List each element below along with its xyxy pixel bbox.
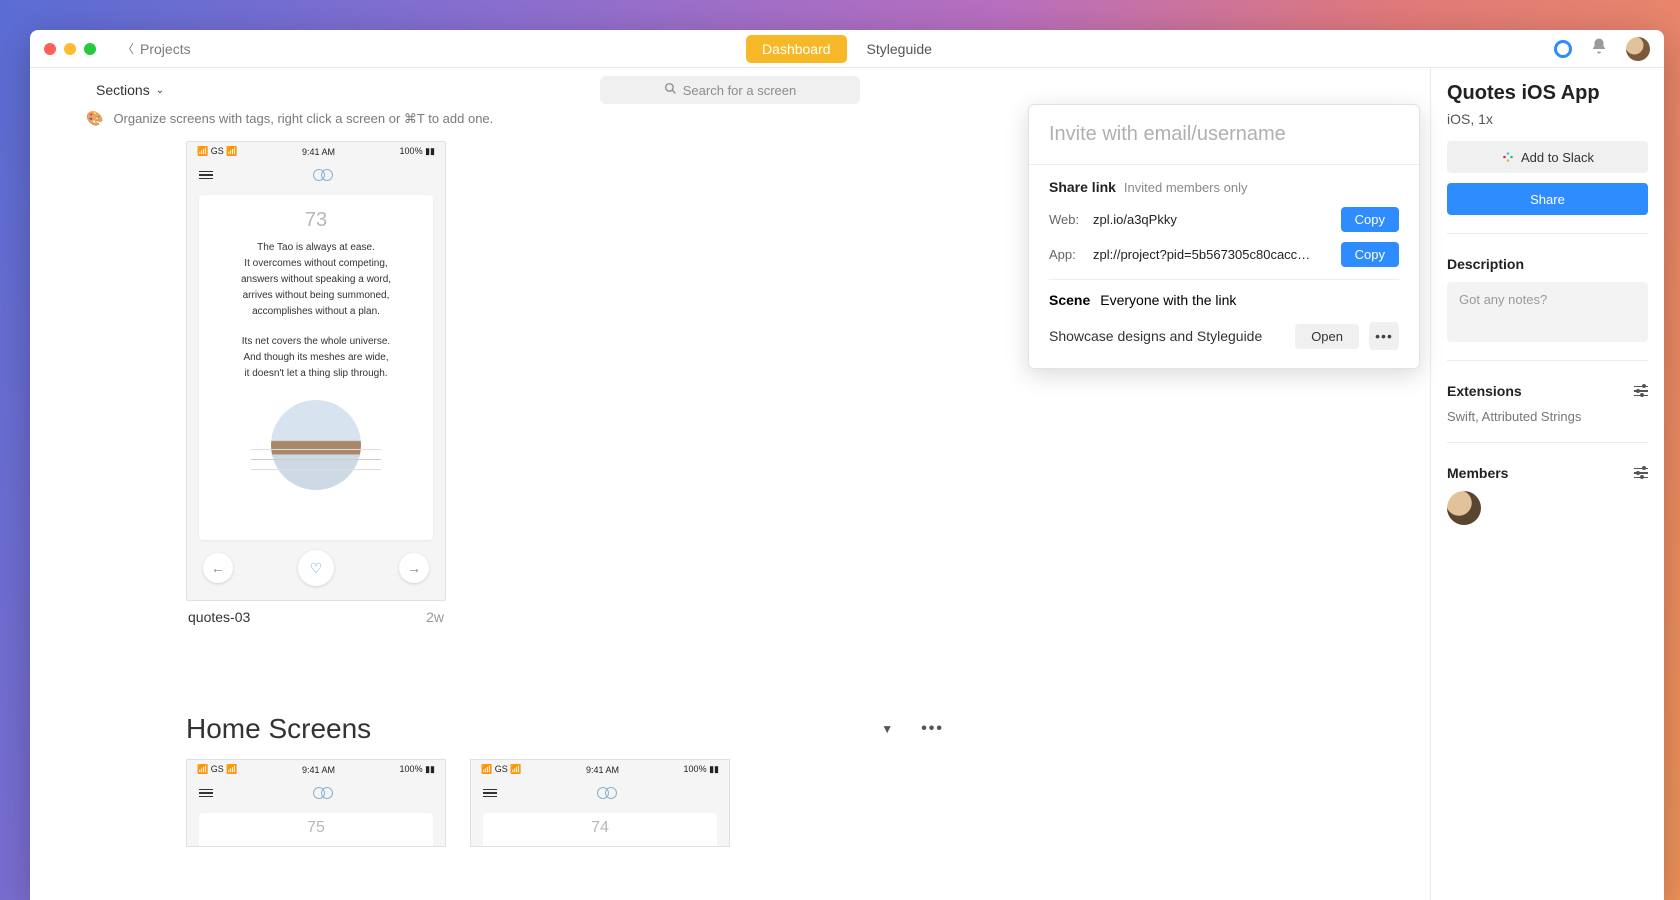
statusbar-left: 📶 GS 📶: [197, 764, 237, 775]
quote-number: 75: [205, 819, 427, 837]
window-controls: [44, 43, 96, 55]
open-scene-button[interactable]: Open: [1295, 324, 1359, 349]
add-to-slack-label: Add to Slack: [1521, 150, 1594, 165]
members-heading: Members: [1447, 465, 1508, 481]
screen-card[interactable]: 📶 GS 📶 9:41 AM 100% ▮▮ 73: [186, 141, 446, 633]
app-logo-icon: [313, 165, 333, 185]
add-to-slack-button[interactable]: Add to Slack: [1447, 141, 1648, 173]
quote-paragraph-1: The Tao is always at ease. It overcomes …: [211, 240, 421, 320]
description-input[interactable]: Got any notes?: [1447, 282, 1648, 342]
project-title: Quotes iOS App: [1447, 82, 1648, 105]
statusbar-right: 100% ▮▮: [400, 146, 435, 157]
tab-dashboard[interactable]: Dashboard: [746, 35, 847, 63]
share-popover: Invite with email/username Share link In…: [1028, 104, 1420, 369]
quote-image: [271, 400, 361, 490]
showcase-text: Showcase designs and Styleguide: [1049, 328, 1262, 344]
minimize-window-button[interactable]: [64, 43, 76, 55]
chevron-down-icon: ⌄: [156, 85, 164, 96]
app-logo-icon: [313, 783, 333, 803]
sections-label: Sections: [96, 82, 150, 98]
settings-icon[interactable]: [1634, 468, 1648, 479]
search-input[interactable]: Search for a screen: [600, 76, 860, 104]
statusbar-left: 📶 GS 📶: [481, 764, 521, 775]
extensions-heading: Extensions: [1447, 383, 1522, 399]
hint-emoji: 🎨: [86, 110, 103, 127]
share-scope: Invited members only: [1124, 180, 1248, 195]
app-logo-icon: [597, 783, 617, 803]
sections-dropdown[interactable]: Sections ⌄: [96, 82, 164, 98]
statusbar-time: 9:41 AM: [302, 765, 335, 775]
next-icon: →: [399, 553, 429, 583]
slack-icon: [1501, 150, 1515, 164]
hamburger-icon: [199, 171, 213, 180]
search-placeholder: Search for a screen: [683, 83, 796, 98]
collapse-icon[interactable]: ▼: [881, 722, 893, 736]
statusbar-left: 📶 GS 📶: [197, 146, 237, 157]
share-link-label: Share link: [1049, 179, 1116, 195]
settings-icon[interactable]: [1634, 386, 1648, 397]
screen-card[interactable]: 📶 GS 📶 9:41 AM 100% ▮▮ 75: [186, 759, 446, 847]
quote-number: 73: [211, 209, 421, 232]
project-sidebar: Quotes iOS App iOS, 1x Add to Slack Shar…: [1430, 68, 1664, 900]
statusbar-time: 9:41 AM: [302, 147, 335, 157]
hamburger-icon: [199, 789, 213, 798]
statusbar-right: 100% ▮▮: [684, 764, 719, 775]
notifications-icon[interactable]: [1590, 37, 1608, 60]
close-window-button[interactable]: [44, 43, 56, 55]
statusbar-right: 100% ▮▮: [400, 764, 435, 775]
quote-paragraph-2: Its net covers the whole universe. And t…: [211, 334, 421, 382]
extensions-list: Swift, Attributed Strings: [1447, 409, 1648, 424]
app-link-label: App:: [1049, 247, 1085, 262]
window-titlebar: 〈 Projects Dashboard Styleguide: [30, 30, 1664, 68]
invite-input[interactable]: Invite with email/username: [1029, 105, 1419, 165]
statusbar-time: 9:41 AM: [586, 765, 619, 775]
user-avatar[interactable]: [1626, 37, 1650, 61]
share-button[interactable]: Share: [1447, 183, 1648, 215]
copy-web-button[interactable]: Copy: [1341, 207, 1399, 232]
copy-app-button[interactable]: Copy: [1341, 242, 1399, 267]
web-link-label: Web:: [1049, 212, 1085, 227]
app-link-value: zpl://project?pid=5b567305c80cacc…: [1093, 247, 1333, 262]
hamburger-icon: [483, 789, 497, 798]
screen-name: quotes-03: [188, 609, 250, 625]
screen-card[interactable]: 📶 GS 📶 9:41 AM 100% ▮▮ 74: [470, 759, 730, 847]
view-tabs: Dashboard Styleguide: [746, 35, 948, 63]
screen-age: 2w: [426, 609, 444, 625]
screen-thumbnail: 📶 GS 📶 9:41 AM 100% ▮▮ 73: [186, 141, 446, 601]
back-button[interactable]: 〈 Projects: [122, 40, 191, 57]
zoom-window-button[interactable]: [84, 43, 96, 55]
share-label: Share: [1530, 192, 1565, 207]
hint-text: Organize screens with tags, right click …: [113, 111, 493, 127]
section-title: Home Screens: [186, 713, 371, 745]
chevron-left-icon: 〈: [122, 40, 134, 57]
member-avatar[interactable]: [1447, 491, 1481, 525]
back-label: Projects: [140, 41, 191, 57]
scene-scope: Everyone with the link: [1100, 292, 1236, 308]
web-link-value: zpl.io/a3qPkky: [1093, 212, 1333, 227]
scene-more-button[interactable]: •••: [1369, 322, 1399, 350]
prev-icon: ←: [203, 553, 233, 583]
search-icon: [664, 82, 677, 98]
tab-styleguide[interactable]: Styleguide: [851, 35, 948, 63]
description-heading: Description: [1447, 256, 1648, 272]
section-more-icon[interactable]: •••: [921, 720, 944, 738]
quote-number: 74: [489, 819, 711, 837]
scene-label: Scene: [1049, 292, 1090, 308]
project-subtitle: iOS, 1x: [1447, 111, 1648, 127]
activity-icon[interactable]: [1554, 40, 1572, 58]
heart-icon: ♡: [298, 550, 334, 586]
